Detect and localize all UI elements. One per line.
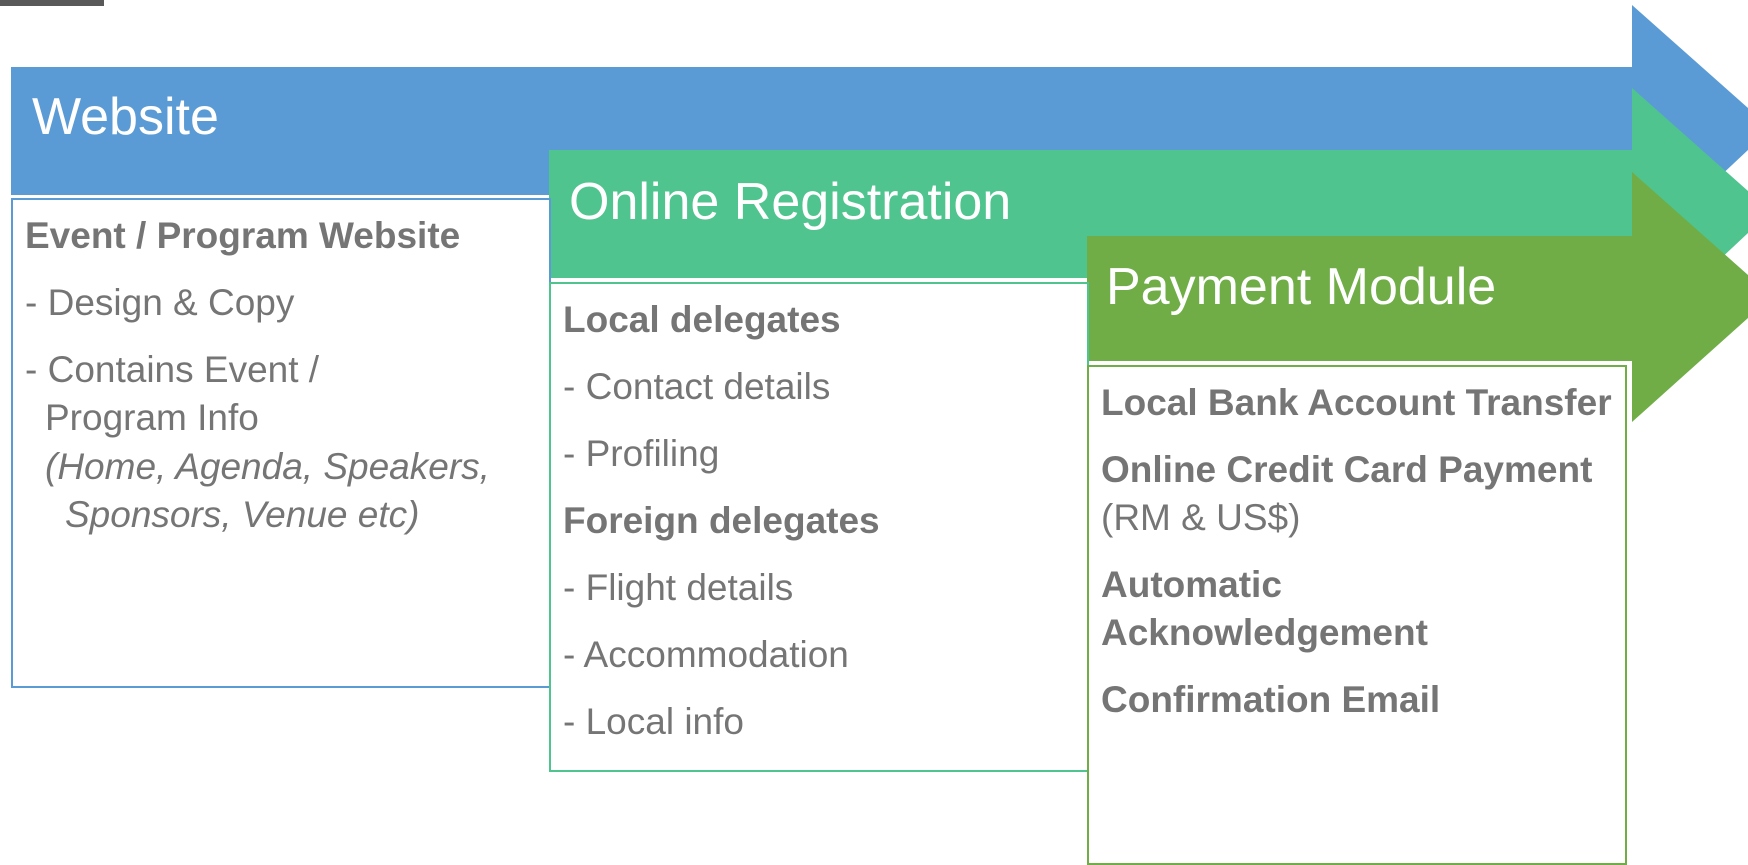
local-item-contact-details: - Contact details [563,366,831,407]
currency-note: (RM & US$) [1101,497,1301,538]
website-pages-note-continued: Sponsors, Venue etc) [65,494,420,535]
acknowledgement-item: Automatic [1101,564,1282,605]
website-heading: Event / Program Website [25,215,461,256]
online-registration-title: Online Registration [569,173,1012,231]
online-registration-details-box: Local delegates - Contact details - Prof… [549,282,1089,772]
payment-module-details-box: Local Bank Account Transfer Online Credi… [1087,365,1627,865]
confirmation-email-item: Confirmation Email [1101,679,1441,720]
website-title: Website [32,88,219,146]
foreign-delegates-heading: Foreign delegates [563,500,880,541]
acknowledgement-item-continued: Acknowledgement [1101,612,1428,653]
website-pages-note: (Home, Agenda, Speakers, [45,446,490,487]
payment-module-title: Payment Module [1106,258,1497,316]
bank-transfer-item: Local Bank Account Transfer [1101,382,1612,423]
foreign-item-flight-details: - Flight details [563,567,794,608]
local-item-profiling: - Profiling [563,433,720,474]
foreign-item-local-info: - Local info [563,701,744,742]
local-delegates-heading: Local delegates [563,299,841,340]
website-details-box: Event / Program Website - Design & Copy … [11,198,551,688]
website-item-contains: - Contains Event / [25,349,320,390]
credit-card-payment-item: Online Credit Card Payment [1101,449,1593,490]
website-item-design: - Design & Copy [25,282,295,323]
foreign-item-accommodation: - Accommodation [563,634,849,675]
website-item-program-info: Program Info [45,397,259,438]
